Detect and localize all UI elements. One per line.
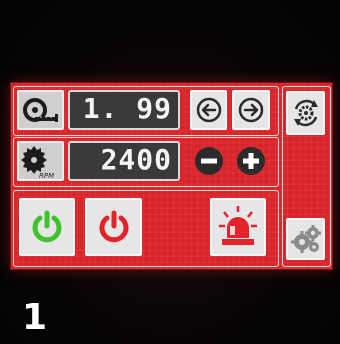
gears-settings-icon (290, 225, 321, 253)
caption-number: 1 (22, 297, 48, 338)
decrease-arrow-button[interactable] (190, 90, 227, 130)
settings-button[interactable] (286, 218, 325, 260)
increase-speed-button[interactable] (232, 141, 270, 181)
increase-arrow-button[interactable] (232, 90, 270, 130)
arrow-right-circle-icon (238, 97, 264, 123)
power-red-icon (99, 210, 128, 243)
speed-display: 2400 (68, 141, 180, 181)
decrease-speed-button[interactable] (190, 141, 227, 181)
power-off-button[interactable] (85, 198, 142, 256)
power-green-icon (32, 210, 62, 243)
alarm-button[interactable] (210, 198, 266, 256)
power-on-button[interactable] (19, 198, 75, 256)
arrow-left-circle-icon (196, 97, 221, 123)
cycle-sync-button[interactable] (286, 91, 325, 135)
alarm-beacon-icon (219, 206, 257, 245)
speed-unit-label: RPM (39, 172, 55, 180)
length-icon-cell (17, 90, 64, 130)
minus-circle-icon (194, 147, 223, 175)
tape-measure-icon (23, 98, 58, 122)
gear-cycle-icon (293, 99, 318, 127)
length-display: 1. 99 (68, 90, 180, 130)
plus-circle-icon (237, 147, 265, 175)
